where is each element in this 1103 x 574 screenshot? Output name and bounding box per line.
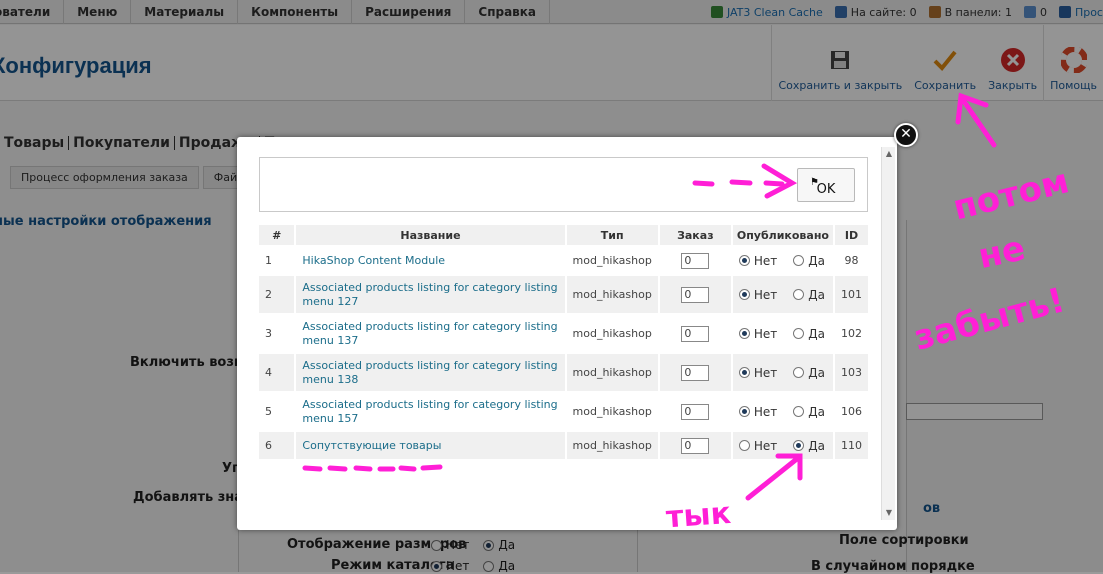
table-row: 1 HikaShop Content Module mod_hikashop 0…	[259, 247, 868, 274]
published-no-radio[interactable]	[738, 289, 750, 300]
published-radio-group: Нет Да	[738, 288, 827, 302]
order-input[interactable]: 0	[681, 437, 710, 454]
order-input[interactable]: 0	[681, 325, 710, 342]
row-number: 2	[259, 276, 295, 313]
scroll-up-icon[interactable]: ▲	[882, 147, 896, 161]
module-id: 110	[834, 432, 868, 459]
published-yes-radio[interactable]	[793, 367, 805, 378]
module-id: 98	[834, 247, 868, 274]
table-row: 2 Associated products listing for catego…	[259, 276, 868, 313]
module-name-link[interactable]: Сопутствующие товары	[296, 432, 565, 459]
module-type: mod_hikashop	[566, 247, 658, 274]
flag-icon: ⚑	[810, 177, 819, 188]
module-type: mod_hikashop	[566, 432, 658, 459]
row-number: 4	[259, 354, 295, 391]
module-name-link[interactable]: Associated products listing for category…	[296, 315, 565, 352]
col-order[interactable]: Заказ	[659, 225, 731, 245]
published-no-radio[interactable]	[738, 440, 750, 451]
table-row: 6 Сопутствующие товары mod_hikashop 0 Не…	[259, 432, 868, 459]
module-type: mod_hikashop	[566, 276, 658, 313]
table-header-row: # Название Тип Заказ Опубликовано ID	[259, 225, 868, 245]
table-row: 3 Associated products listing for catego…	[259, 315, 868, 352]
module-name-link[interactable]: Associated products listing for category…	[296, 276, 565, 313]
published-no-radio[interactable]	[738, 328, 750, 339]
col-id[interactable]: ID	[834, 225, 868, 245]
module-type: mod_hikashop	[566, 393, 658, 430]
modal-close-icon[interactable]: ✕	[894, 123, 918, 147]
ok-bar: ⚑ OK	[259, 157, 868, 212]
table-row: 5 Associated products listing for catego…	[259, 393, 868, 430]
module-name-link[interactable]: Associated products listing for category…	[296, 393, 565, 430]
published-no-radio[interactable]	[738, 367, 750, 378]
published-radio-group: Нет Да	[738, 327, 827, 341]
module-type: mod_hikashop	[566, 354, 658, 391]
module-name-link[interactable]: Associated products listing for category…	[296, 354, 565, 391]
row-number: 1	[259, 247, 295, 274]
modal-frame: ⚑ OK # Название Тип Заказ Опубликовано I…	[237, 147, 897, 530]
module-id: 102	[834, 315, 868, 352]
module-id: 103	[834, 354, 868, 391]
module-id: 101	[834, 276, 868, 313]
published-radio-group: Нет Да	[738, 254, 827, 268]
published-yes-radio[interactable]	[793, 289, 805, 300]
module-select-modal: ⚑ OK # Название Тип Заказ Опубликовано I…	[237, 137, 897, 530]
row-number: 5	[259, 393, 295, 430]
modules-table: # Название Тип Заказ Опубликовано ID 1 H…	[257, 223, 870, 461]
ok-button[interactable]: ⚑ OK	[797, 168, 855, 202]
modal-scrollbar[interactable]: ▲ ▼	[881, 147, 895, 520]
published-no-radio[interactable]	[738, 406, 750, 417]
col-type[interactable]: Тип	[566, 225, 658, 245]
col-published[interactable]: Опубликовано	[732, 225, 833, 245]
order-input[interactable]: 0	[681, 403, 710, 420]
module-type: mod_hikashop	[566, 315, 658, 352]
table-row: 4 Associated products listing for catego…	[259, 354, 868, 391]
col-name[interactable]: Название	[296, 225, 565, 245]
module-id: 106	[834, 393, 868, 430]
module-name-link[interactable]: HikaShop Content Module	[296, 247, 565, 274]
order-input[interactable]: 0	[681, 364, 710, 381]
col-number[interactable]: #	[259, 225, 295, 245]
order-input[interactable]: 0	[681, 286, 710, 303]
row-number: 6	[259, 432, 295, 459]
published-yes-radio[interactable]	[793, 255, 805, 266]
published-no-radio[interactable]	[738, 255, 750, 266]
scroll-down-icon[interactable]: ▼	[882, 506, 896, 520]
published-yes-radio[interactable]	[793, 440, 805, 451]
published-radio-group: Нет Да	[738, 439, 827, 453]
published-yes-radio[interactable]	[793, 406, 805, 417]
published-yes-radio[interactable]	[793, 328, 805, 339]
published-radio-group: Нет Да	[738, 366, 827, 380]
row-number: 3	[259, 315, 295, 352]
order-input[interactable]: 0	[681, 252, 710, 269]
published-radio-group: Нет Да	[738, 405, 827, 419]
